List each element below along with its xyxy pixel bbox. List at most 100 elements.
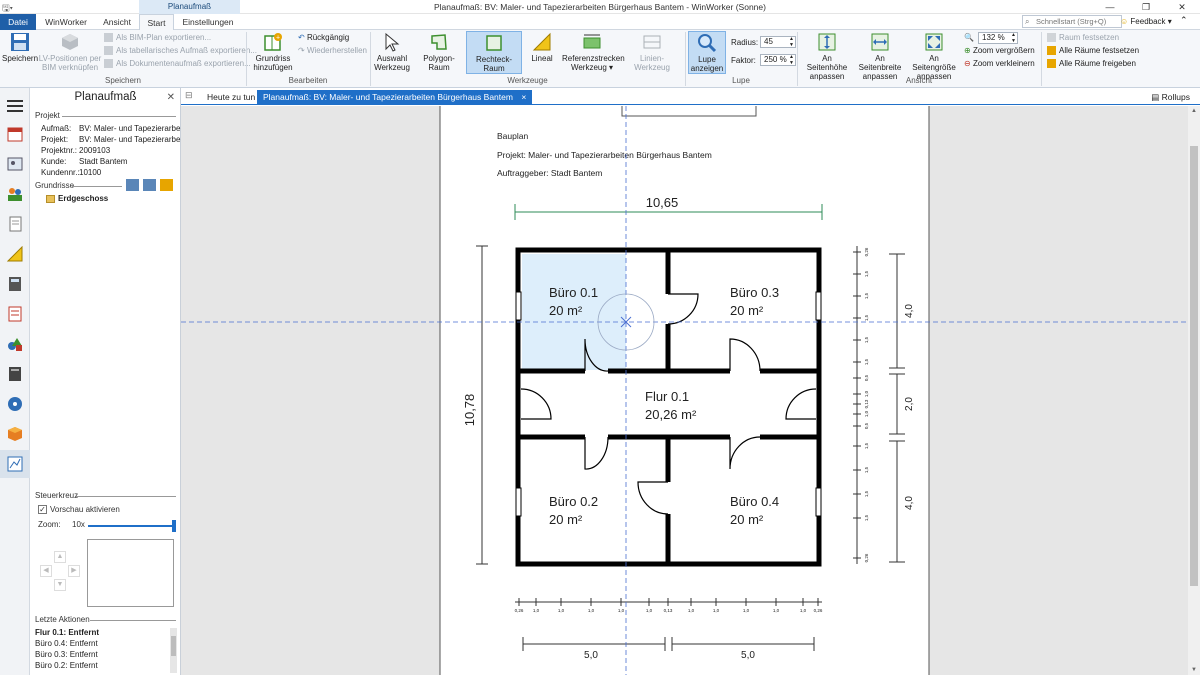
ruler-button[interactable]: Lineal (527, 32, 557, 63)
canvas-scrollbar[interactable]: ▲ ▼ (1188, 106, 1200, 675)
preview-toggle[interactable]: ✓ Vorschau aktivieren (38, 505, 120, 515)
all-fix-label: Alle Räume festsetzen (1059, 46, 1140, 55)
arrow-left-icon[interactable]: ◀ (40, 565, 52, 577)
fit-height-icon (818, 33, 836, 51)
server-icon[interactable] (7, 366, 23, 382)
room-fix-icon (1047, 33, 1056, 43)
tab-start[interactable]: Start (139, 14, 174, 31)
room-name[interactable]: Büro 0.4 (730, 494, 779, 509)
stepper-arrows-icon[interactable]: ▲ ▼ (789, 54, 794, 66)
line-tool-button[interactable]: Linien-Werkzeug (623, 32, 681, 72)
zoom-in-button[interactable]: ⊕ Zoom vergrößern (964, 46, 1035, 56)
export-bim-button[interactable]: Als BIM-Plan exportieren... (104, 33, 211, 43)
room-name[interactable]: Büro 0.1 (549, 285, 598, 300)
select-tool-button[interactable]: Auswahl Werkzeug (374, 32, 410, 72)
redo-icon: ↷ (298, 46, 305, 55)
close-tab-icon[interactable]: × (521, 92, 526, 102)
lv-link-button[interactable]: LV-Positionen per BIM verknüpfen (38, 32, 102, 72)
room-name[interactable]: Büro 0.3 (730, 285, 779, 300)
quick-search-input[interactable]: ⌕ Schnellstart (Strg+Q) (1022, 15, 1122, 28)
redo-button[interactable]: ↷ Wiederherstellen (298, 46, 367, 56)
undo-button[interactable]: ↶ Rückgängig (298, 33, 349, 43)
action-item[interactable]: Flur 0.1: Entfernt (35, 628, 99, 638)
room-name[interactable]: Büro 0.2 (549, 494, 598, 509)
hamburger-icon[interactable] (7, 98, 23, 114)
tab-winworker[interactable]: WinWorker (40, 14, 92, 30)
minimize-icon[interactable]: — (1092, 0, 1128, 14)
drawing-canvas[interactable]: Bauplan Projekt: Maler- und Tapezierarbe… (181, 106, 1188, 675)
reference-tool-label: Referenzstrecken Werkzeug (562, 54, 625, 72)
all-release-button[interactable]: Alle Räume freigeben (1047, 59, 1136, 69)
arrow-up-icon[interactable]: ▲ (54, 551, 66, 563)
action-item[interactable]: Büro 0.4: Entfernt (35, 639, 98, 649)
arrow-right-icon[interactable]: ▶ (68, 565, 80, 577)
export-doc-button[interactable]: Als Dokumentenaufmaß exportieren... (104, 59, 251, 69)
arrow-down-icon[interactable]: ▼ (54, 579, 66, 591)
close-icon[interactable]: ✕ (167, 92, 175, 103)
add-plan-button[interactable]: + Grundriss hinzufügen (252, 32, 294, 72)
radius-stepper[interactable]: 45 ▲ ▼ (760, 36, 796, 48)
fit-height-button[interactable]: An Seitenhöhe anpassen (801, 32, 853, 81)
stepper-arrows-icon[interactable]: ▲ ▼ (1011, 32, 1016, 44)
tab-today[interactable]: Heute zu tun (201, 90, 261, 105)
action-item[interactable]: Büro 0.2: Entfernt (35, 661, 98, 671)
room-fix-button[interactable]: Raum festsetzen (1047, 33, 1119, 43)
scroll-up-icon[interactable]: ▲ (1188, 108, 1200, 114)
add-plan-label: Grundriss hinzufügen (253, 54, 293, 72)
tab-planaufmass[interactable]: Planaufmaß: BV: Maler- und Tapezierarbei… (257, 90, 533, 105)
floor-plan-svg[interactable]: Bauplan Projekt: Maler- und Tapezierarbe… (181, 106, 1188, 675)
move-down-icon[interactable] (126, 179, 139, 191)
zoom-slider[interactable] (88, 520, 176, 532)
all-fix-button[interactable]: Alle Räume festsetzen (1047, 46, 1139, 56)
rollups-button[interactable]: ▤ Rollups (1151, 90, 1190, 104)
tab-einstellungen[interactable]: Einstellungen (176, 14, 240, 30)
shapes-icon[interactable] (7, 336, 23, 352)
fit-page-button[interactable]: An Seitengröße anpassen (907, 32, 961, 81)
scroll-thumb[interactable] (1190, 146, 1198, 586)
add-plan-icon[interactable] (160, 179, 173, 191)
rect-room-button[interactable]: Rechteck-Raum (466, 31, 522, 74)
factor-stepper[interactable]: 250 % ▲ ▼ (760, 54, 796, 66)
scroll-thumb[interactable] (171, 636, 176, 656)
zoom-out-button[interactable]: ⊖ Zoom verkleinern (964, 59, 1035, 69)
list-icon[interactable] (7, 306, 23, 322)
calculator-icon[interactable] (7, 276, 23, 292)
plan-item-erdgeschoss[interactable]: Erdgeschoss (46, 194, 108, 204)
sidebar-item-planaufmass[interactable] (0, 450, 30, 478)
scroll-down-icon[interactable]: ▼ (1188, 667, 1200, 673)
maximize-icon[interactable]: ❐ (1128, 0, 1164, 14)
tab-datei[interactable]: Datei (0, 14, 36, 30)
stepper-arrows-icon[interactable]: ▲ ▼ (789, 36, 794, 48)
action-item[interactable]: Büro 0.3: Entfernt (35, 650, 98, 660)
save-button[interactable]: Speichern (2, 32, 38, 63)
loupe-button[interactable]: Lupe anzeigen (688, 31, 726, 74)
menu-bar: Datei WinWorker Ansicht Start Einstellun… (0, 14, 1200, 31)
slider-thumb[interactable] (172, 520, 176, 532)
fit-width-button[interactable]: An Seitenbreite anpassen (853, 32, 907, 81)
tab-ansicht[interactable]: Ansicht (95, 14, 139, 30)
move-up-icon[interactable] (143, 179, 156, 191)
measure-icon[interactable] (6, 245, 23, 262)
disk-icon[interactable] (7, 396, 23, 412)
plan-header-line: Auftraggeber: Stadt Bantem (497, 168, 602, 178)
close-icon[interactable]: ✕ (1164, 0, 1200, 14)
feedback-button[interactable]: ☺ Feedback ▾ (1120, 15, 1172, 28)
dimension-label: 5,0 (741, 650, 755, 661)
pin-icon[interactable]: ⊟ (185, 90, 193, 101)
box-icon[interactable] (7, 426, 23, 442)
magnifier-icon (698, 34, 717, 53)
collapse-ribbon-icon[interactable]: ⌃ (1180, 15, 1188, 26)
reference-tool-button[interactable]: Referenzstrecken Werkzeug ▾ (562, 32, 625, 72)
room-name[interactable]: Flur 0.1 (645, 389, 689, 404)
actions-scrollbar[interactable] (170, 628, 177, 673)
address-book-icon[interactable] (7, 156, 23, 172)
calendar-icon[interactable] (7, 126, 23, 142)
polygon-room-button[interactable]: Polygon-Raum (413, 32, 465, 72)
zoom-stepper[interactable]: 132 % ▲ ▼ (978, 32, 1018, 44)
contacts-icon[interactable] (7, 186, 23, 202)
document-icon[interactable] (7, 216, 23, 232)
checkbox-checked-icon[interactable]: ✓ (38, 505, 47, 515)
export-table-button[interactable]: Als tabellarisches Aufmaß exportieren... (104, 46, 257, 56)
lv-link-label: LV-Positionen per BIM verknüpfen (38, 54, 102, 72)
loupe-label: Lupe anzeigen (690, 55, 724, 73)
